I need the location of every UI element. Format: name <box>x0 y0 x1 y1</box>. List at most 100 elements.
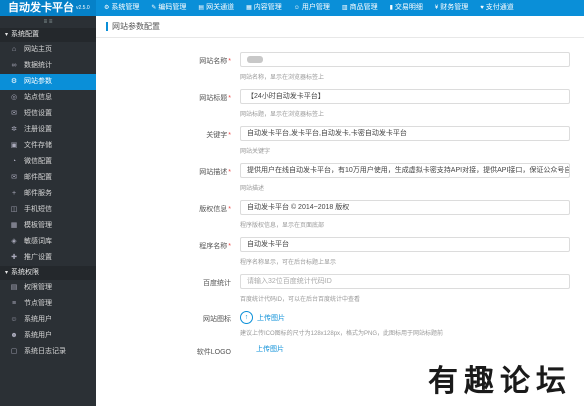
icon-upload-button[interactable]: 上传图片 <box>256 344 284 354</box>
template-icon: ◫ <box>10 206 18 213</box>
topnav-label: 商品管理 <box>349 4 378 11</box>
sidebar-item-label: 系统日志记录 <box>24 348 66 355</box>
app-name-input[interactable]: 自动发卡平台 <box>240 237 570 252</box>
node-icon: ≡ <box>11 300 17 307</box>
app-title: 自动发卡平台 <box>8 2 74 14</box>
lock-icon: ▤ <box>10 284 18 291</box>
stats-input[interactable]: 请输入32位百度统计代码ID <box>240 274 570 289</box>
user-icon: ☻ <box>10 332 18 339</box>
topnav-item[interactable]: ⚙ 系统管理 <box>104 0 139 16</box>
sidebar-section-system-permission[interactable]: ▾ 系统权限 <box>0 266 96 280</box>
sidebar-item-label: 节点管理 <box>24 300 52 307</box>
header-accent <box>106 22 108 32</box>
finance-icon: ¥ <box>434 5 439 11</box>
site-title-label: 网站标题* <box>199 95 231 102</box>
sidebar-item[interactable]: ▤ 权限管理 <box>0 280 96 296</box>
sidebar-item[interactable]: ✉ 短信设置 <box>0 106 96 122</box>
app-name-help: 程序名称显示，可在后台标题上显示 <box>240 260 337 266</box>
sidebar-item[interactable]: ▣ 文件存储 <box>0 138 96 154</box>
sms-icon: ✉ <box>11 110 17 117</box>
top-bar: 自动发卡平台 v2.5.0 ⚙ 系统管理 ✎ 编码管理 ▤ 网关通道 ▦ 内容管理 ☺ 用户管理 ▥ 商… <box>0 0 584 16</box>
site-title-help: 网站标题，显示在浏览器标签上 <box>240 112 325 118</box>
site-name-input[interactable] <box>240 52 570 67</box>
topnav-item[interactable]: ▥ 商品管理 <box>342 0 378 16</box>
sidebar-item[interactable]: ☺ 系统用户 <box>0 312 96 328</box>
sidebar-toggle[interactable]: ≡ ≡ <box>0 16 96 28</box>
page-title: 网站参数配置 <box>112 22 160 31</box>
topnav-item[interactable]: ▦ 内容管理 <box>246 0 282 16</box>
copyright-help: 程序版权信息，显示在页面底部 <box>240 223 325 229</box>
watermark-text: 有趣论坛 <box>428 364 572 399</box>
folder-icon: ▾ <box>5 270 9 276</box>
sidebar-item[interactable]: ▦ 模板管理 <box>0 218 96 234</box>
sidebar-item-label: 系统用户 <box>24 332 52 339</box>
topnav-item[interactable]: ▤ 网关通道 <box>198 0 234 16</box>
link-icon: ∞ <box>11 62 17 69</box>
log-icon: ▢ <box>10 348 18 355</box>
sidebar-item-label: 数据统计 <box>24 62 52 69</box>
description-help: 网站描述 <box>240 186 265 192</box>
copyright-label: 版权信息* <box>199 206 231 213</box>
sidebar-item-label: 微信配置 <box>24 158 52 165</box>
sidebar-group-permission: ▤ 权限管理 ≡ 节点管理 ☺ 系统用户 ☻ 系统用户 ▢ 系统日志记录 <box>0 280 96 360</box>
sidebar-item[interactable]: ☻ 系统用户 <box>0 328 96 344</box>
sidebar-item-label: 敏感词库 <box>24 238 52 245</box>
topnav-item[interactable]: ¥ 财务管理 <box>435 0 468 16</box>
description-label: 网站描述* <box>199 169 231 176</box>
sidebar-section-system-config[interactable]: ▾ 系统配置 <box>0 28 96 42</box>
sidebar-section-label: 系统权限 <box>11 269 40 276</box>
icon-upload-label: 上传图片 <box>256 346 284 353</box>
sidebar-item-label: 邮件服务 <box>24 190 52 197</box>
topnav-item[interactable]: ▮ 交易明细 <box>390 0 423 16</box>
topnav-label: 网关通道 <box>206 4 235 11</box>
copyright-input[interactable]: 自动发卡平台 © 2014~2018 版权 <box>240 200 570 215</box>
sidebar-group-config: ⌂ 网站主页 ∞ 数据统计 ⚙ 网站参数 ◎ 站点信息 ✉ 短信设置 ✲ 注册设置 ▣ 文件存储 ◔ 微信配置… <box>0 42 96 266</box>
content-icon: ▦ <box>246 5 252 11</box>
sidebar-item[interactable]: ✚ 推广设置 <box>0 250 96 266</box>
sidebar-item[interactable]: ✲ 注册设置 <box>0 122 96 138</box>
site-title-input[interactable]: 【24小时自动发卡平台】 <box>240 89 570 104</box>
sidebar-item-label: 权限管理 <box>24 284 52 291</box>
description-input[interactable]: 提供用户在线自动发卡平台，有10万用户使用，生成虚拟卡密支持API对接，提供AP… <box>240 163 570 178</box>
sidebar-item[interactable]: ✉ 邮件配置 <box>0 170 96 186</box>
topnav-label: 用户管理 <box>301 4 330 11</box>
file-icon: ▣ <box>10 142 18 149</box>
sidebar-item-label: 邮件配置 <box>24 174 52 181</box>
keywords-help: 网站关键字 <box>240 149 271 155</box>
sidebar-item[interactable]: ◫ 手机短信 <box>0 202 96 218</box>
site-name-help: 网站名称，显示在浏览器标签上 <box>240 75 325 81</box>
sidebar-item-label: 网站主页 <box>24 46 52 53</box>
site-name-label: 网站名称* <box>199 58 231 65</box>
ad-icon: ✚ <box>11 254 17 261</box>
sidebar-item[interactable]: ◈ 敏感词库 <box>0 234 96 250</box>
logo-upload-button[interactable]: ↑ 上传图片 <box>240 311 285 324</box>
app-brand[interactable]: 自动发卡平台 v2.5.0 <box>0 0 96 16</box>
plus-icon: + <box>11 190 17 197</box>
sidebar-item[interactable]: + 邮件服务 <box>0 186 96 202</box>
topnav-label: 系统管理 <box>111 4 140 11</box>
topnav-label: 财务管理 <box>440 4 469 11</box>
topnav-item[interactable]: ✎ 编码管理 <box>151 0 186 16</box>
main-content: 网站参数配置 网站名称* 网站名称，显示在浏览器标签上 网站标题* 【24小时自… <box>96 16 584 406</box>
payment-icon: ♥ <box>480 5 484 11</box>
topnav-item[interactable]: ♥ 支付通道 <box>480 0 514 16</box>
keywords-input[interactable]: 自动发卡平台,发卡平台,自动发卡,卡密自动发卡平台 <box>240 126 570 141</box>
logo-upload-label: 上传图片 <box>257 314 285 322</box>
sidebar-item[interactable]: ⌂ 网站主页 <box>0 42 96 58</box>
sidebar-item[interactable]: ≡ 节点管理 <box>0 296 96 312</box>
sidebar-item[interactable]: ⚙ 网站参数 <box>0 74 96 90</box>
info-icon: ◎ <box>10 94 18 101</box>
page-header: 网站参数配置 <box>96 16 584 38</box>
sidebar-item[interactable]: ◎ 站点信息 <box>0 90 96 106</box>
sidebar-item[interactable]: ∞ 数据统计 <box>0 58 96 74</box>
icon-label: 软件LOGO <box>196 349 231 356</box>
keywords-label: 关键字* <box>206 132 231 139</box>
sidebar-item-label: 手机短信 <box>24 206 52 213</box>
logo-label: 网站图标 <box>203 316 231 323</box>
sidebar-item-label: 系统用户 <box>24 316 52 323</box>
sidebar-item[interactable]: ◔ 微信配置 <box>0 154 96 170</box>
topnav-item[interactable]: ☺ 用户管理 <box>294 0 330 16</box>
sidebar-item[interactable]: ▢ 系统日志记录 <box>0 344 96 360</box>
top-nav: ⚙ 系统管理 ✎ 编码管理 ▤ 网关通道 ▦ 内容管理 ☺ 用户管理 ▥ 商品管理 ▮ 交易明细 ¥ 财务管理… <box>104 0 526 16</box>
sidebar-item-label: 文件存储 <box>24 142 52 149</box>
